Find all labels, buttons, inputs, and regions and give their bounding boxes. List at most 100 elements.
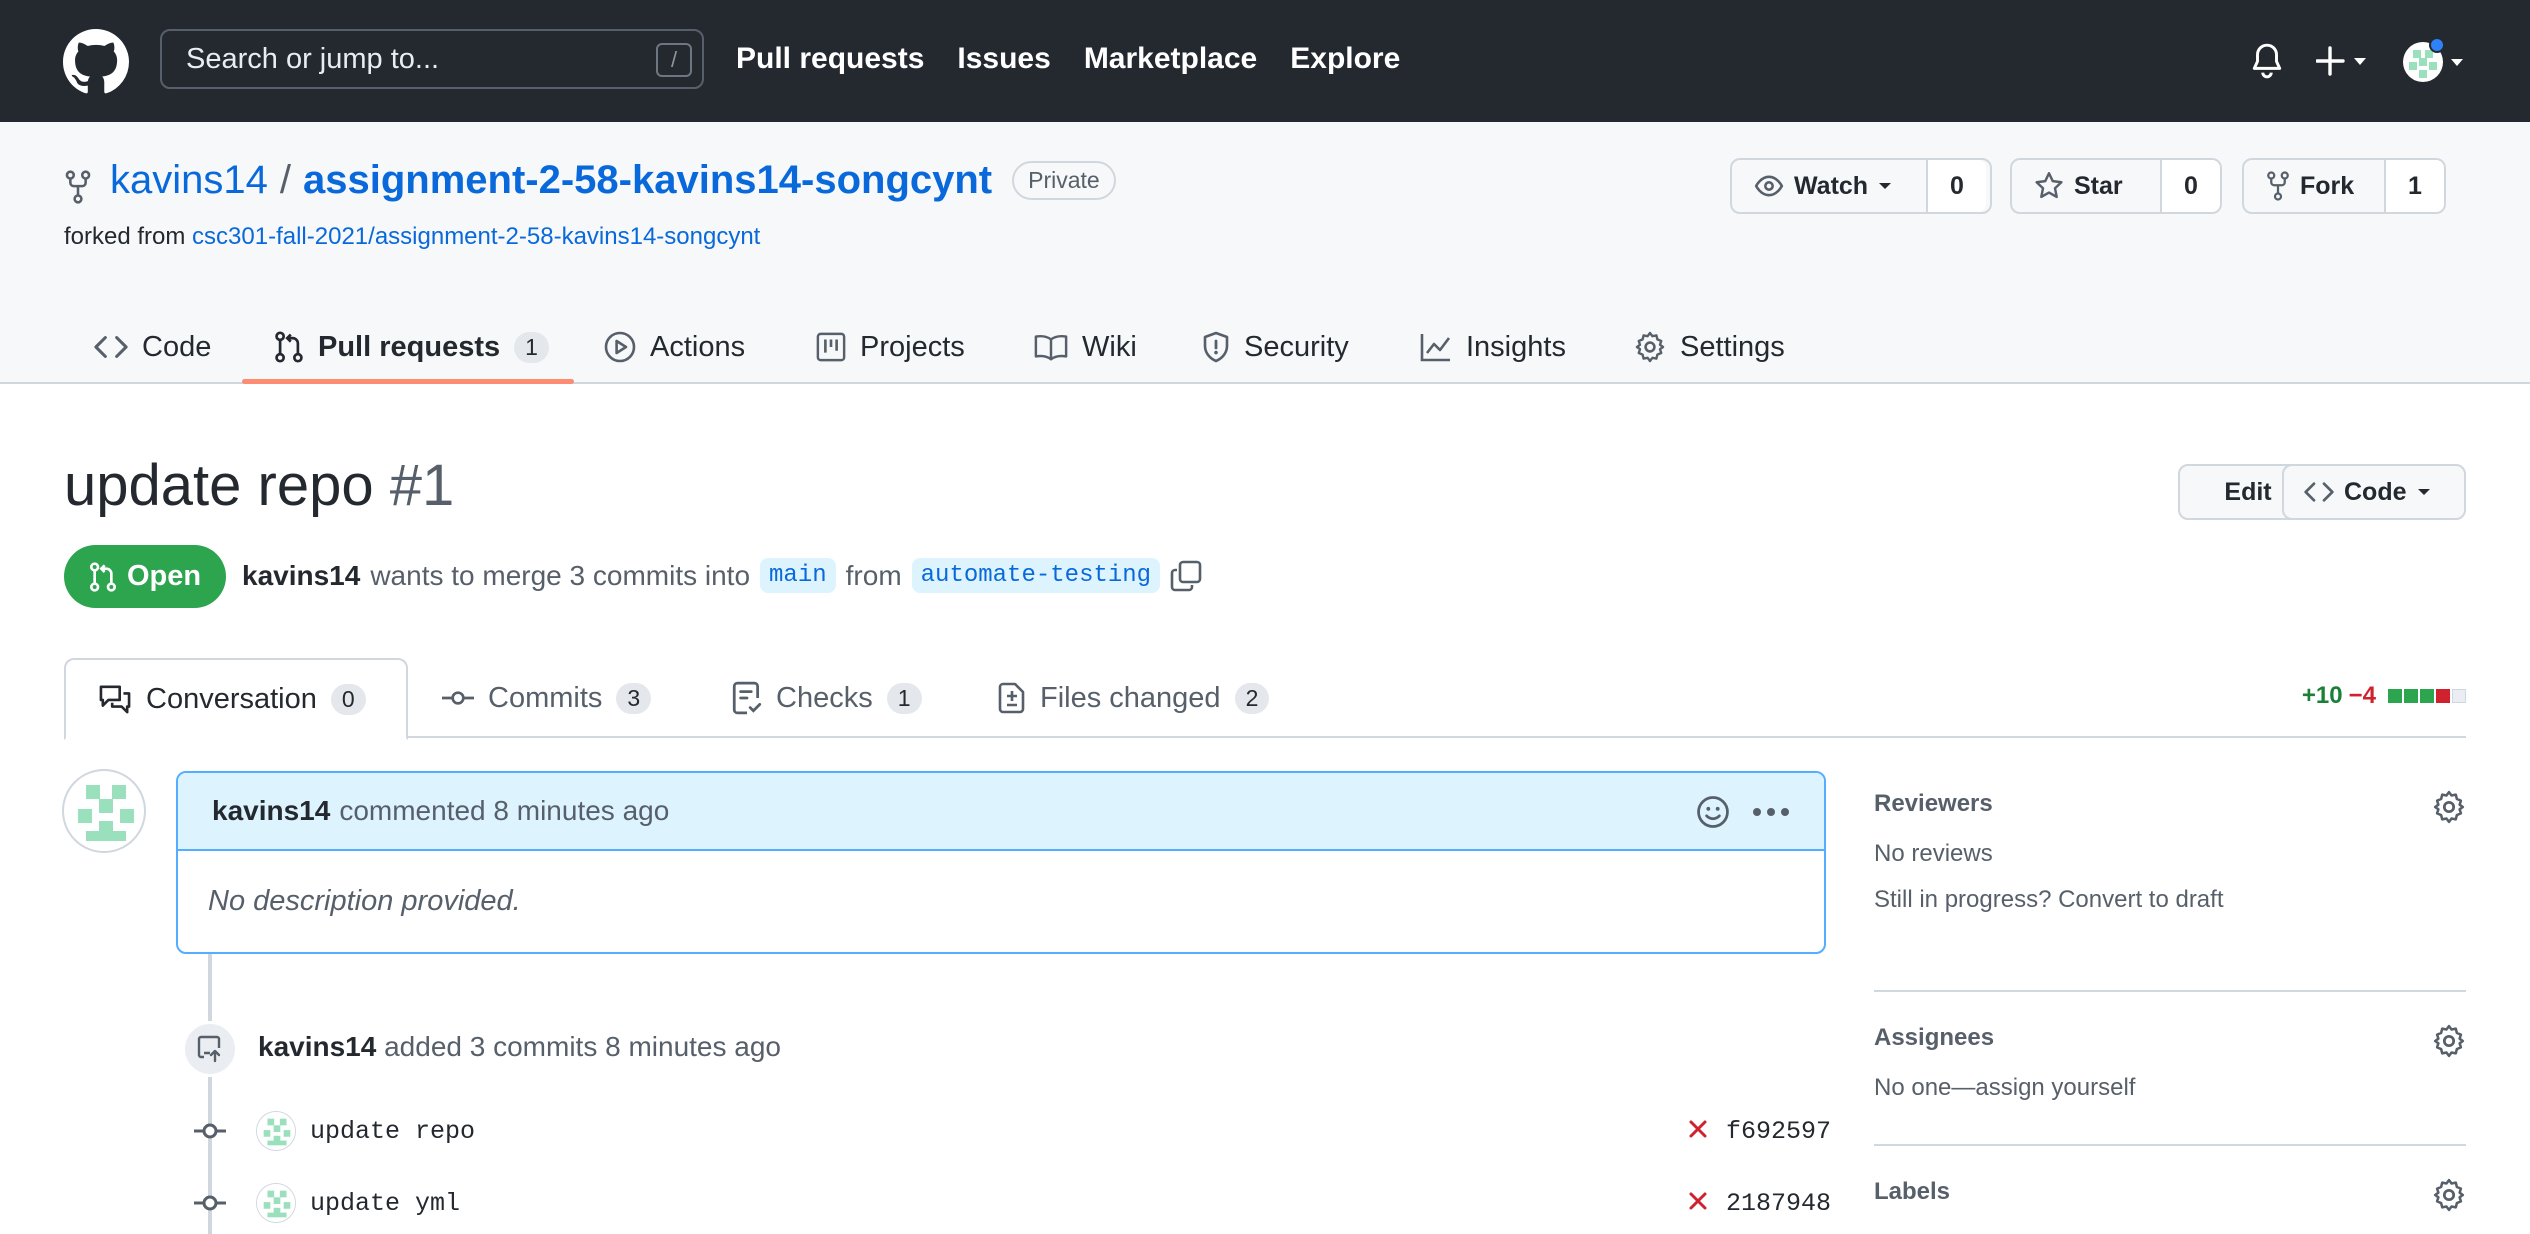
- labels-title[interactable]: Labels: [1874, 1178, 2466, 1206]
- additions-count: +10: [2301, 682, 2343, 709]
- diffstat-block: [2420, 689, 2434, 703]
- tab-actions[interactable]: Actions: [604, 310, 745, 384]
- sidebar-assignees: Assignees No one—assign yourself: [1874, 992, 2466, 1146]
- create-new-plus-icon[interactable]: [2316, 44, 2372, 78]
- global-header: Search or jump to... / Pull requests Iss…: [0, 0, 2530, 122]
- git-pull-request-icon: [275, 331, 303, 363]
- fork-icon: [2267, 171, 2289, 201]
- assignees-title[interactable]: Assignees: [1874, 1024, 2466, 1052]
- pr-tab-conversation[interactable]: Conversation 0: [64, 658, 408, 740]
- conversation-count: 0: [330, 683, 366, 715]
- file-diff-icon: [998, 682, 1025, 714]
- forked-from-link[interactable]: csc301-fall-2021/assignment-2-58-kavins1…: [192, 223, 760, 250]
- convert-to-draft-link[interactable]: Still in progress? Convert to draft: [1874, 886, 2466, 914]
- pr-tab-commits[interactable]: Commits 3: [442, 658, 652, 738]
- tab-security[interactable]: Security: [1202, 310, 1349, 384]
- search-input[interactable]: Search or jump to... /: [160, 29, 704, 89]
- pr-tab-checks-label: Checks: [776, 681, 873, 714]
- commit-row: update yml 2187948: [0, 1177, 1831, 1227]
- fork-button[interactable]: Fork: [2244, 160, 2386, 212]
- forked-from-line: forked from csc301-fall-2021/assignment-…: [64, 223, 760, 251]
- tab-settings[interactable]: Settings: [1634, 310, 1785, 384]
- commit-sha-link[interactable]: 2187948: [1726, 1189, 1831, 1218]
- pr-tab-files-changed[interactable]: Files changed 2: [998, 658, 1270, 738]
- kebab-horizontal-icon[interactable]: [1752, 807, 1790, 817]
- repo-forked-icon: [64, 170, 92, 204]
- diffstat-block: [2404, 689, 2418, 703]
- tab-insights[interactable]: Insights: [1420, 310, 1566, 384]
- commit-message-link[interactable]: update repo: [310, 1117, 475, 1146]
- pr-tab-files-changed-label: Files changed: [1040, 681, 1221, 714]
- tab-pull-requests[interactable]: Pull requests 1: [274, 310, 549, 384]
- tab-settings-label: Settings: [1680, 330, 1785, 363]
- assign-yourself-link[interactable]: No one—assign yourself: [1874, 1074, 2466, 1102]
- reviewers-value: No reviews: [1874, 840, 1993, 867]
- watch-button-group: Watch 0: [1730, 158, 1992, 214]
- nav-issues[interactable]: Issues: [957, 42, 1050, 76]
- star-label: Star: [2074, 171, 2123, 200]
- labels-gear-icon[interactable]: [2432, 1178, 2466, 1212]
- repo-name-link[interactable]: assignment-2-58-kavins14-songcynt: [303, 158, 992, 203]
- code-dropdown-label: Code: [2344, 477, 2407, 506]
- visibility-badge: Private: [1012, 161, 1116, 200]
- star-button[interactable]: Star: [2012, 160, 2162, 212]
- star-count[interactable]: 0: [2162, 160, 2220, 212]
- x-failure-icon[interactable]: [1686, 1189, 1710, 1213]
- tab-actions-label: Actions: [650, 330, 746, 363]
- tab-pull-requests-label: Pull requests: [318, 330, 501, 363]
- merge-summary: kavins14 wants to merge 3 commits into m…: [242, 558, 1202, 593]
- comment-discussion-icon: [99, 685, 131, 714]
- comment-timestamp[interactable]: commented 8 minutes ago: [339, 795, 669, 827]
- assignees-gear-icon[interactable]: [2432, 1024, 2466, 1058]
- copy-icon[interactable]: [1170, 560, 1202, 592]
- star-icon: [2035, 172, 2063, 199]
- reviewers-gear-icon[interactable]: [2432, 790, 2466, 824]
- smiley-icon[interactable]: [1696, 795, 1730, 829]
- watch-count[interactable]: 0: [1928, 160, 1986, 212]
- tab-wiki-label: Wiki: [1082, 330, 1137, 363]
- repo-owner-link[interactable]: kavins14: [110, 158, 268, 203]
- pr-author-link[interactable]: kavins14: [242, 560, 360, 592]
- fork-button-group: Fork 1: [2242, 158, 2446, 214]
- comment-author-avatar[interactable]: [62, 769, 146, 853]
- x-failure-icon[interactable]: [1686, 1117, 1710, 1141]
- bell-icon[interactable]: [2250, 42, 2284, 80]
- tab-projects[interactable]: Projects: [816, 310, 965, 384]
- head-branch[interactable]: automate-testing: [911, 558, 1161, 593]
- nav-pull-requests[interactable]: Pull requests: [736, 42, 924, 76]
- fork-count[interactable]: 1: [2386, 160, 2444, 212]
- comment-header: kavins14 commented 8 minutes ago: [178, 773, 1824, 851]
- commit-sha-link[interactable]: f692597: [1726, 1117, 1831, 1146]
- book-icon: [1034, 335, 1068, 361]
- watch-button[interactable]: Watch: [1732, 160, 1928, 212]
- nav-explore[interactable]: Explore: [1290, 42, 1400, 76]
- shield-icon: [1203, 331, 1229, 363]
- gear-icon: [1635, 331, 1665, 363]
- code-icon: [94, 336, 128, 358]
- tab-code[interactable]: Code: [94, 310, 211, 384]
- commit-message-link[interactable]: update yml: [310, 1189, 460, 1218]
- commit-author-avatar[interactable]: [256, 1111, 296, 1151]
- base-branch[interactable]: main: [760, 558, 836, 593]
- git-commit-icon: [194, 1123, 226, 1139]
- reviewers-title[interactable]: Reviewers: [1874, 790, 2466, 818]
- chevron-down-icon: [2417, 489, 2430, 495]
- user-avatar-menu[interactable]: [2400, 38, 2468, 84]
- repo-title-separator: /: [279, 158, 291, 202]
- pr-tab-conversation-label: Conversation: [146, 682, 317, 715]
- pr-number: #1: [389, 453, 455, 518]
- commit-row: update repo f692597: [0, 1105, 1831, 1155]
- github-logo-icon[interactable]: [63, 29, 129, 95]
- commit-author-avatar[interactable]: [256, 1183, 296, 1223]
- pr-tab-checks[interactable]: Checks 1: [732, 658, 922, 738]
- tab-code-label: Code: [142, 330, 212, 363]
- nav-marketplace[interactable]: Marketplace: [1084, 42, 1257, 76]
- pull-requests-count: 1: [514, 331, 549, 363]
- edit-label: Edit: [2224, 477, 2272, 506]
- pr-description-comment: kavins14 commented 8 minutes ago No desc…: [176, 771, 1826, 954]
- comment-author-link[interactable]: kavins14: [212, 795, 330, 827]
- timeline-author-link[interactable]: kavins14: [258, 1031, 376, 1062]
- code-dropdown-button[interactable]: Code: [2282, 464, 2466, 520]
- fork-label: Fork: [2300, 171, 2355, 200]
- tab-wiki[interactable]: Wiki: [1034, 310, 1137, 384]
